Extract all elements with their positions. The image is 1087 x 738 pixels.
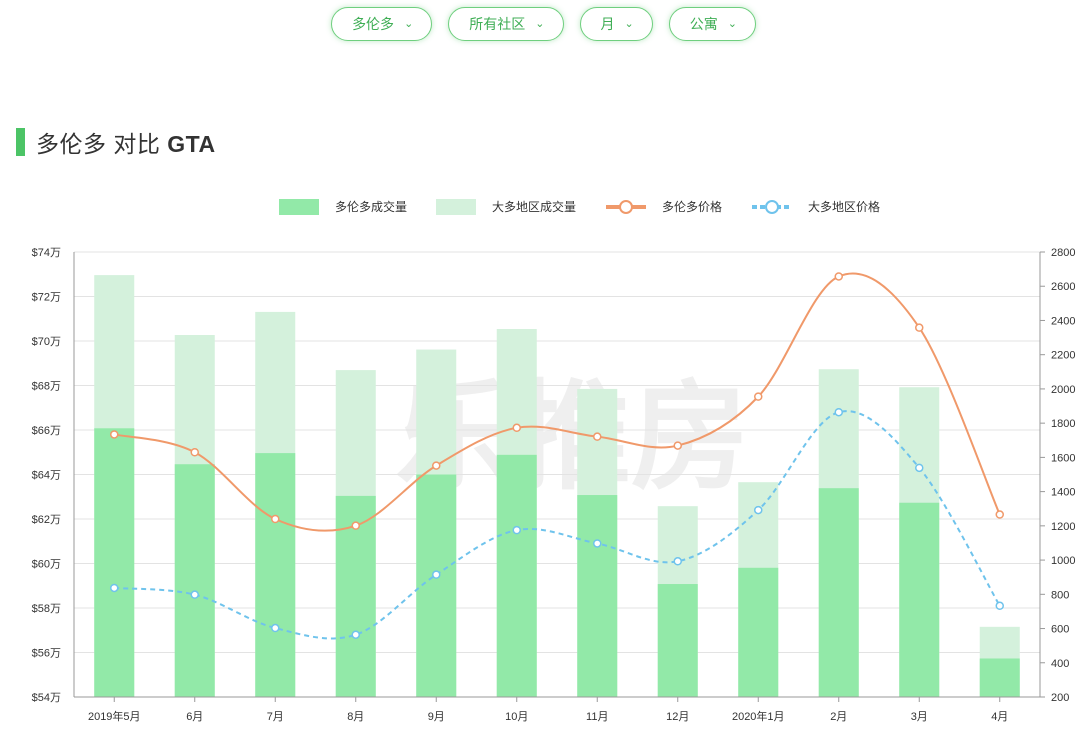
left-axis-tick-label: $62万 bbox=[32, 514, 61, 526]
point-gta-price bbox=[754, 505, 763, 515]
left-axis-tick-label: $60万 bbox=[32, 559, 61, 571]
point-toronto-price bbox=[915, 323, 924, 332]
x-axis-tick-label: 4月 bbox=[991, 711, 1008, 723]
point-gta-price bbox=[915, 463, 924, 473]
legend-toronto-price: 多伦多价格 bbox=[606, 199, 722, 214]
legend-toronto-volume: 多伦多成交量 bbox=[279, 199, 407, 215]
point-gta-price bbox=[512, 525, 521, 535]
point-toronto-price bbox=[271, 514, 280, 524]
right-axis-tick-label: 2600 bbox=[1051, 281, 1075, 293]
bar-toronto-volume bbox=[657, 584, 698, 697]
left-axis-tick-label: $64万 bbox=[32, 470, 61, 482]
right-axis-tick-label: 600 bbox=[1051, 624, 1069, 636]
point-gta-price bbox=[432, 570, 441, 579]
legend-gta-volume-swatch bbox=[436, 199, 476, 215]
point-toronto-price bbox=[512, 423, 521, 433]
point-toronto-price bbox=[351, 521, 360, 530]
point-toronto-price bbox=[673, 441, 682, 450]
legend-gta-price: 大多地区价格 bbox=[752, 199, 880, 214]
point-gta-price bbox=[351, 630, 360, 639]
right-axis-tick-label: 1400 bbox=[1051, 487, 1075, 499]
left-axis-tick-label: $70万 bbox=[32, 336, 61, 348]
right-axis-tick-label: 2400 bbox=[1051, 315, 1075, 327]
point-gta-price bbox=[271, 623, 280, 633]
right-axis-tick-label: 800 bbox=[1051, 589, 1069, 601]
left-axis-tick-label: $68万 bbox=[32, 381, 61, 393]
point-gta-price bbox=[190, 590, 199, 599]
point-gta-price bbox=[995, 601, 1004, 611]
left-axis-tick-label: $58万 bbox=[32, 603, 61, 615]
point-gta-price bbox=[110, 583, 119, 593]
x-axis-tick-label: 6月 bbox=[186, 711, 203, 723]
right-axis-tick-label: 2000 bbox=[1051, 384, 1075, 396]
x-axis-tick-label: 11月 bbox=[586, 711, 608, 723]
bar-toronto-volume bbox=[496, 454, 537, 697]
left-axis-tick-label: $74万 bbox=[32, 247, 61, 259]
x-axis-tick-label: 2020年1月 bbox=[732, 709, 785, 723]
left-axis-tick-label: $72万 bbox=[32, 292, 61, 304]
bar-toronto-volume bbox=[979, 658, 1020, 697]
x-axis-tick-label: 10月 bbox=[505, 711, 528, 723]
legend-toronto-price-swatch-marker bbox=[619, 200, 633, 214]
right-axis-tick-label: 400 bbox=[1051, 658, 1069, 670]
right-axis-tick-label: 2200 bbox=[1051, 350, 1075, 362]
legend: 多伦多成交量 大多地区成交量 多伦多价格 大多地区价格 bbox=[279, 199, 880, 215]
x-axis-tick-label: 7月 bbox=[267, 711, 284, 723]
point-gta-price bbox=[673, 557, 682, 566]
bar-toronto-volume bbox=[255, 453, 296, 697]
x-axis-tick-label: 12月 bbox=[666, 711, 689, 723]
legend-toronto-volume-swatch bbox=[279, 199, 319, 215]
left-axis-tick-label: $56万 bbox=[32, 648, 61, 660]
left-axis-tick-label: $66万 bbox=[32, 425, 61, 437]
legend-gta-price-label: 大多地区价格 bbox=[808, 199, 880, 214]
x-axis-tick-label: 2月 bbox=[830, 711, 847, 723]
x-axis-tick-label: 3月 bbox=[911, 711, 928, 723]
point-toronto-price bbox=[995, 510, 1004, 519]
bar-toronto-volume bbox=[94, 428, 135, 697]
right-axis-tick-label: 1000 bbox=[1051, 555, 1075, 567]
bar-toronto-volume bbox=[577, 495, 618, 697]
legend-gta-price-swatch-marker bbox=[765, 200, 779, 214]
left-axis-tick-label: $54万 bbox=[32, 692, 61, 704]
legend-toronto-volume-label: 多伦多成交量 bbox=[335, 199, 407, 214]
right-axis-tick-label: 2800 bbox=[1051, 247, 1075, 259]
point-toronto-price bbox=[110, 430, 119, 439]
point-toronto-price bbox=[754, 392, 763, 401]
point-gta-price bbox=[834, 407, 843, 417]
right-axis-tick-label: 1800 bbox=[1051, 418, 1075, 430]
right-axis-tick-label: 1600 bbox=[1051, 452, 1075, 464]
x-axis-tick-label: 2019年5月 bbox=[88, 709, 141, 723]
point-gta-price bbox=[593, 539, 602, 548]
point-toronto-price bbox=[190, 448, 199, 457]
bar-toronto-volume bbox=[818, 488, 859, 697]
x-axis-tick-label: 8月 bbox=[347, 711, 364, 723]
right-axis-tick-label: 1200 bbox=[1051, 521, 1075, 533]
legend-gta-volume: 大多地区成交量 bbox=[436, 199, 576, 215]
point-toronto-price bbox=[834, 272, 843, 281]
legend-gta-volume-label: 大多地区成交量 bbox=[492, 199, 576, 214]
point-toronto-price bbox=[593, 432, 602, 441]
bar-toronto-volume bbox=[174, 464, 215, 697]
right-axis-tick-label: 200 bbox=[1051, 692, 1069, 704]
legend-toronto-price-label: 多伦多价格 bbox=[662, 199, 722, 214]
x-axis-tick-label: 9月 bbox=[428, 711, 445, 723]
comparison-chart: 乐推房 $54万$56万$58万$60万$62万$64万$66万$68万$70万… bbox=[32, 199, 1075, 723]
point-toronto-price bbox=[432, 461, 441, 470]
bar-toronto-volume bbox=[738, 567, 779, 697]
bar-toronto-volume bbox=[899, 502, 940, 697]
